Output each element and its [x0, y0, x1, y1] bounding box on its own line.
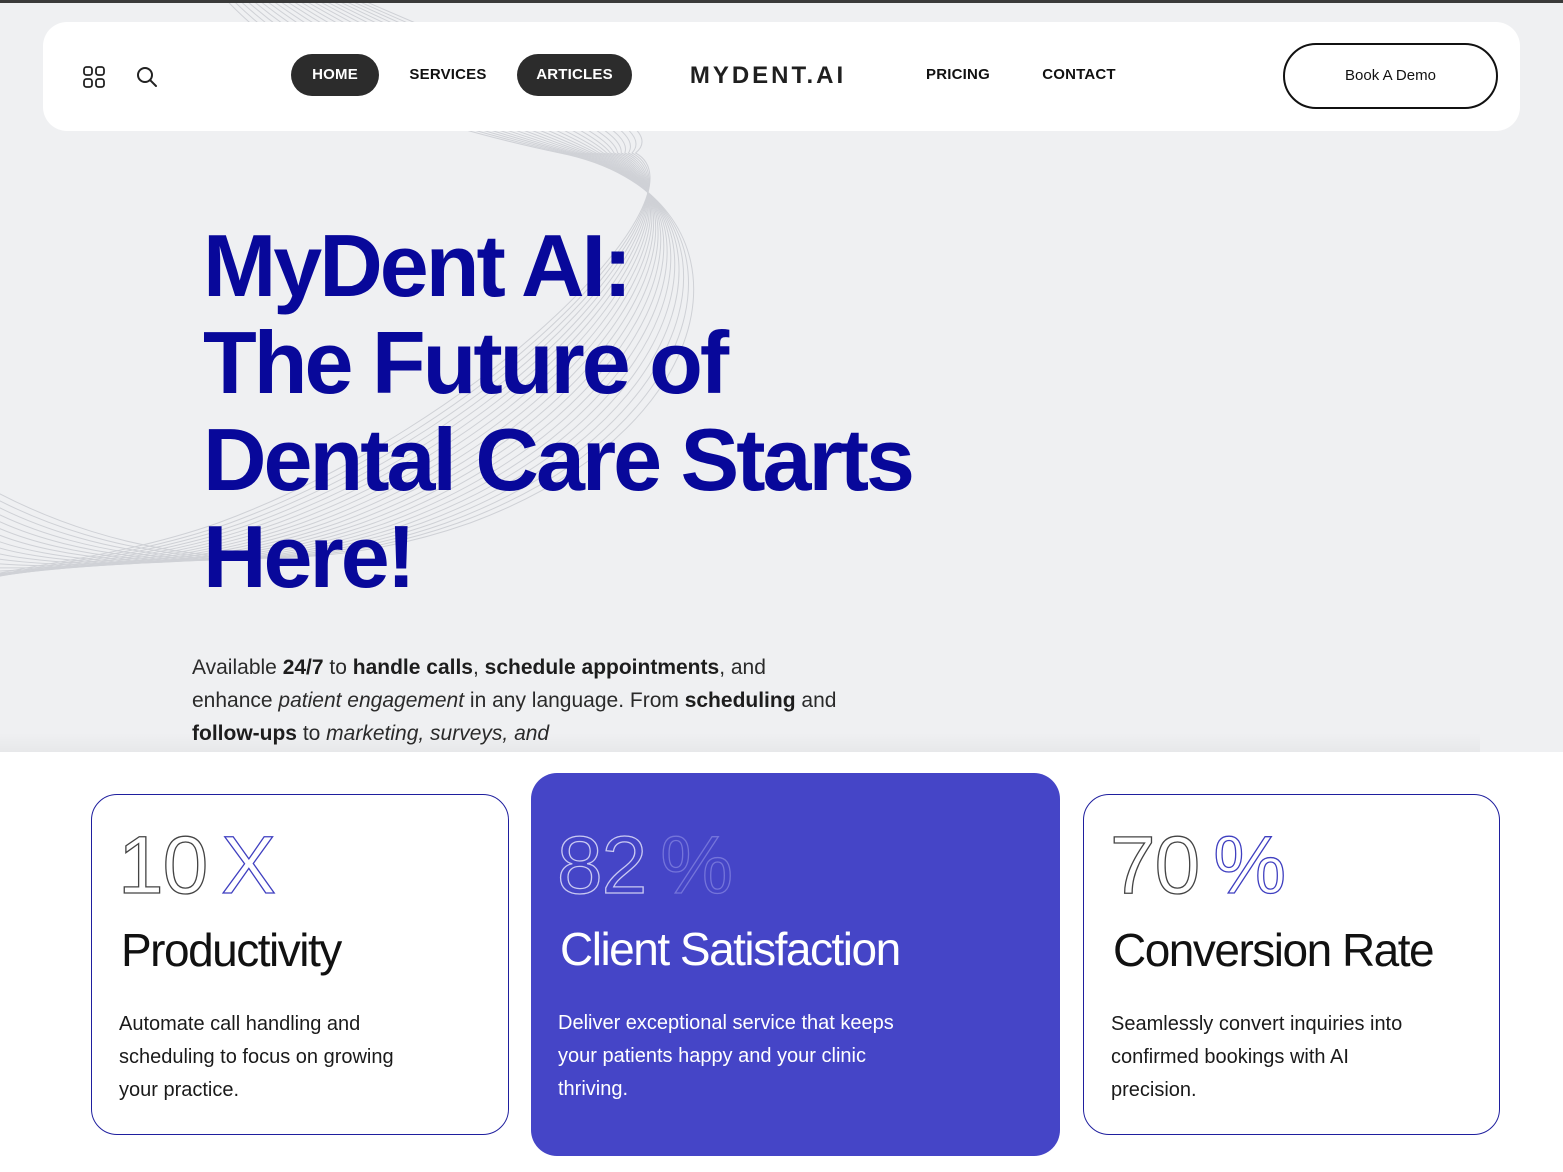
- nav-home[interactable]: HOME: [291, 54, 379, 96]
- stat-title: Productivity: [121, 924, 342, 976]
- headline-line: Dental Care Starts: [203, 410, 915, 509]
- stat-description: Deliver exceptional service that keeps y…: [558, 1012, 894, 1100]
- intro-bold: schedule appointments: [484, 656, 720, 679]
- stat-unit: X: [221, 819, 277, 911]
- stat-unit: %: [660, 819, 734, 911]
- intro-bold: handle calls: [352, 656, 473, 679]
- intro-text: to: [296, 722, 327, 745]
- stat-title: Conversion Rate: [1113, 924, 1435, 976]
- headline-line: Here!: [203, 507, 416, 606]
- intro-bold: scheduling: [684, 689, 796, 712]
- stat-number: 10: [117, 819, 209, 911]
- stat-description: Seamlessly convert inquiries into confir…: [1111, 1013, 1403, 1101]
- stat-number: 82: [556, 819, 648, 911]
- intro-italic: patient engagement: [278, 689, 465, 712]
- headline-line: MyDent AI:: [203, 216, 632, 315]
- search-icon[interactable]: [136, 66, 158, 93]
- hero-headline: MyDent AI: The Future of Dental Care Sta…: [203, 217, 923, 605]
- stat-title: Client Satisfaction: [560, 923, 901, 975]
- nav-articles[interactable]: ARTICLES: [517, 54, 632, 96]
- nav-pricing[interactable]: PRICING: [913, 54, 1003, 96]
- stat-value: 70%: [1109, 819, 1287, 913]
- intro-text: to: [323, 656, 353, 679]
- main-navbar: HOME SERVICES ARTICLES MYDENT.AI PRICING…: [43, 22, 1520, 131]
- intro-bold: follow-ups: [192, 722, 297, 745]
- intro-italic: marketing, surveys, and: [326, 722, 550, 745]
- stat-card-conversion-rate: 70% Conversion Rate Seamlessly convert i…: [1083, 794, 1500, 1135]
- intro-text: and: [795, 689, 837, 712]
- stat-card-client-satisfaction: 82% Client Satisfaction Deliver exceptio…: [531, 773, 1060, 1156]
- stat-value: 82%: [556, 819, 734, 913]
- nav-contact[interactable]: CONTACT: [1033, 54, 1125, 96]
- headline-line: The Future of: [203, 313, 729, 412]
- intro-text: ,: [472, 656, 485, 679]
- book-demo-button[interactable]: Book A Demo: [1283, 43, 1498, 109]
- grid-icon[interactable]: [82, 65, 106, 94]
- stat-description: Automate call handling and scheduling to…: [119, 1013, 394, 1101]
- voice-waveform-graphic: [994, 261, 1356, 752]
- intro-text: Available: [192, 656, 283, 679]
- intro-text: in any language. From: [464, 689, 685, 712]
- intro-bold: 24/7: [282, 656, 324, 679]
- stat-value: 10 X: [117, 819, 277, 913]
- nav-services[interactable]: SERVICES: [398, 54, 498, 96]
- stat-number: 70: [1109, 819, 1201, 911]
- site-logo[interactable]: MYDENT.AI: [685, 62, 851, 90]
- stat-card-productivity: 10 X Productivity Automate call handling …: [91, 794, 509, 1135]
- stat-unit: %: [1213, 819, 1287, 911]
- hero-intro: Available 24/7 to handle calls, schedule…: [192, 651, 852, 750]
